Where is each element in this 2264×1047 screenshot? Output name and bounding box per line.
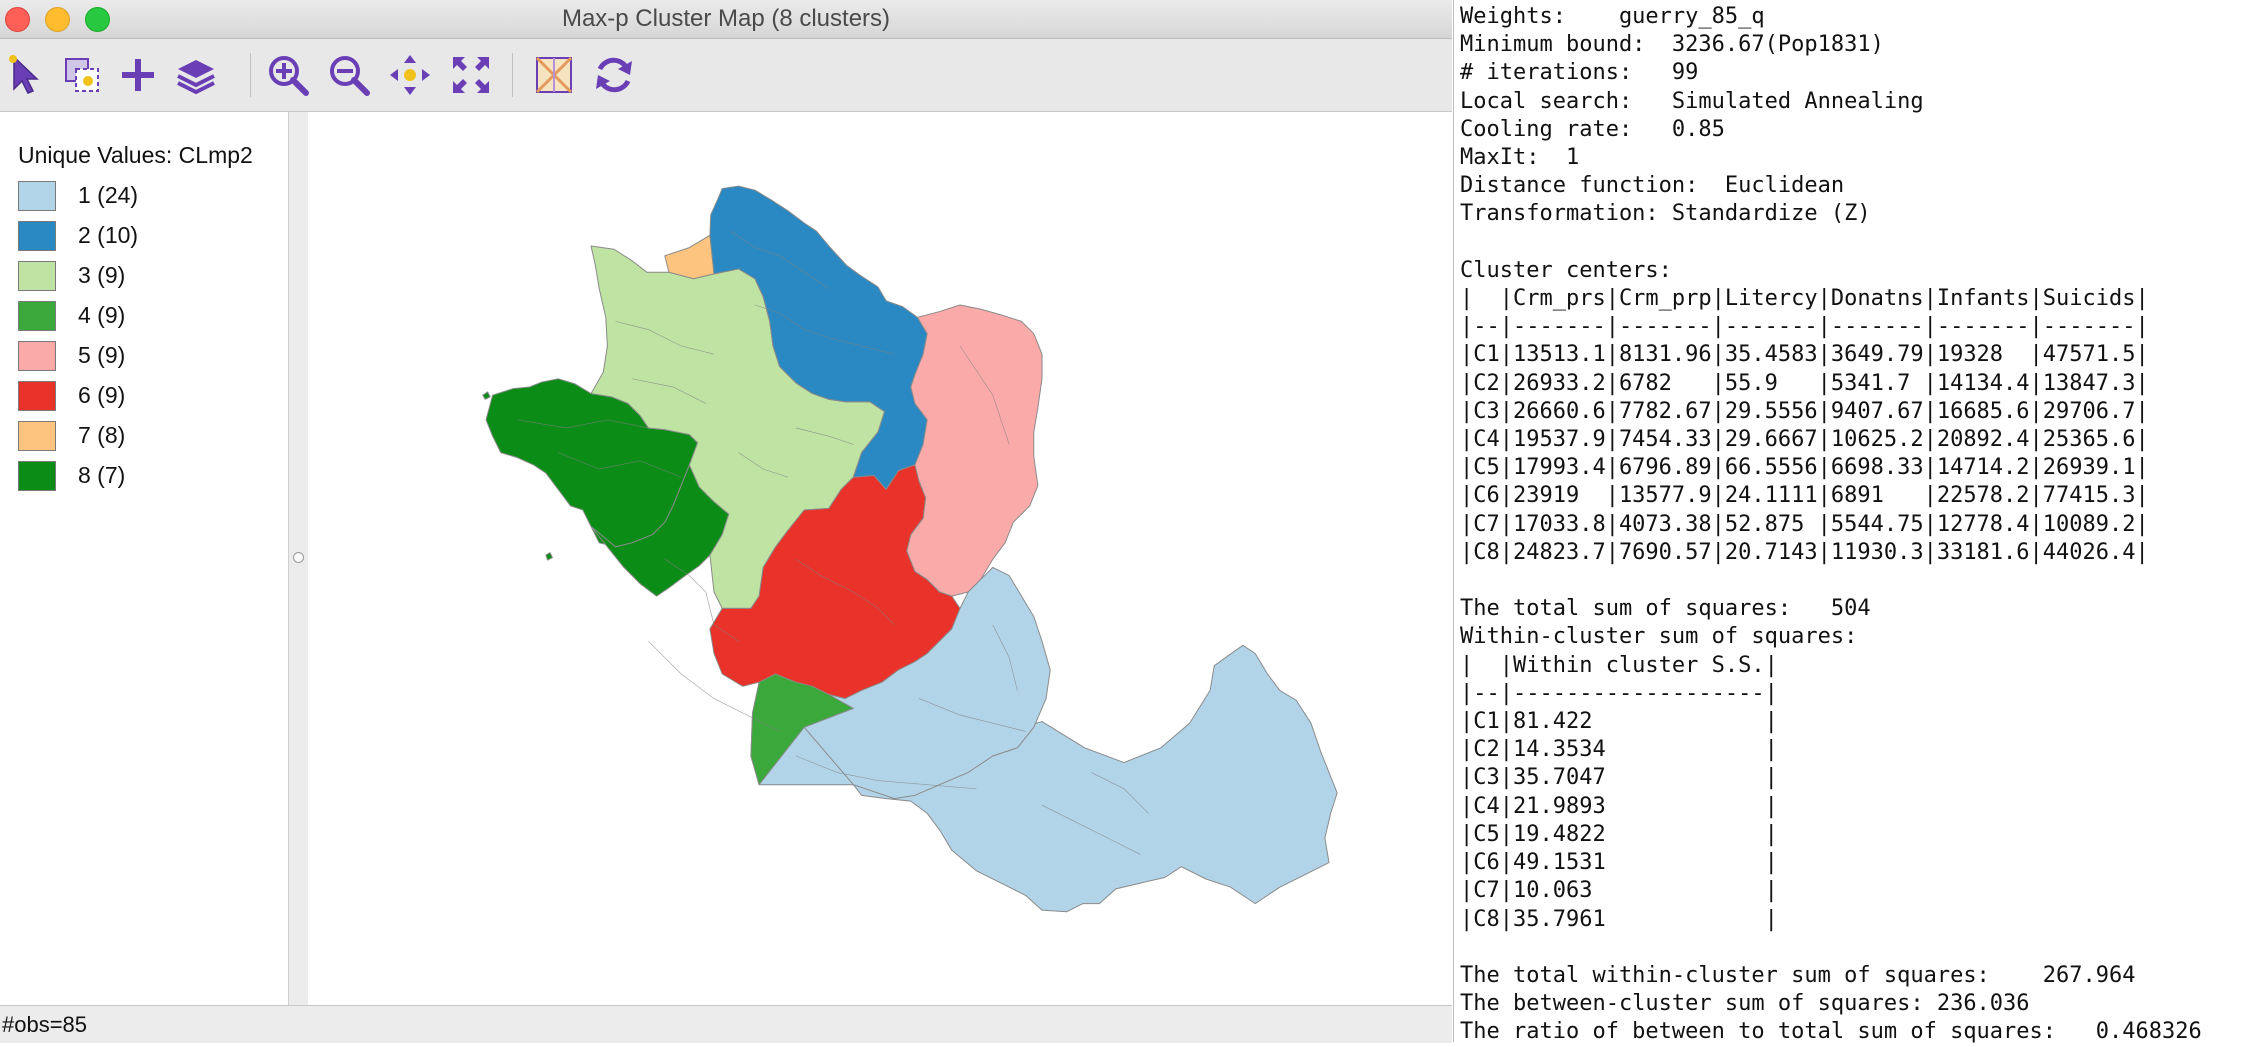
- pan-icon[interactable]: [386, 51, 434, 99]
- legend-swatch: [18, 221, 56, 251]
- report-line: |C3|26660.6|7782.67|29.5556|9407.67|1668…: [1460, 398, 2149, 424]
- map-window: Max-p Cluster Map (8 clusters) Unique Va…: [0, 0, 1452, 1043]
- report-line: Local search: Simulated Annealing: [1460, 88, 1924, 114]
- report-line: Minimum bound: 3236.67(Pop1831): [1460, 32, 1884, 58]
- cluster-summary-panel[interactable]: Weights: guerry_85_q Minimum bound: 3236…: [1453, 0, 2264, 1044]
- france-cluster-map[interactable]: [308, 112, 1452, 1005]
- layers-icon[interactable]: [172, 51, 220, 99]
- report-line: |C8|35.7961 |: [1460, 906, 1778, 932]
- map-legend: Unique Values: CLmp2 1 (24) 2 (10) 3 (9)…: [0, 112, 289, 1005]
- window-title: Max-p Cluster Map (8 clusters): [561, 5, 891, 32]
- select-arrow-icon[interactable]: [2, 51, 50, 99]
- refresh-icon[interactable]: [590, 51, 638, 99]
- splitter-handle[interactable]: [293, 552, 304, 563]
- report-line: Transformation: Standardize (Z): [1460, 201, 1871, 227]
- legend-item-label: 2 (10): [78, 222, 139, 248]
- cluster-summary-text: Weights: guerry_85_q Minimum bound: 3236…: [1460, 3, 2202, 1047]
- report-line: The total sum of squares: 504: [1460, 596, 1871, 622]
- report-line: |C1|81.422 |: [1460, 709, 1778, 735]
- report-line: |C8|24823.7|7690.57|20.7143|11930.3|3318…: [1460, 539, 2149, 565]
- legend-swatch: [18, 461, 56, 491]
- zoom-out-icon[interactable]: [325, 51, 373, 99]
- status-bar: #obs=85: [0, 1005, 1452, 1043]
- toolbar-separator: [512, 53, 513, 97]
- report-line: |C6|23919 |13577.9|24.1111|6891 |22578.2…: [1460, 483, 2149, 509]
- report-line: |C2|26933.2|6782 |55.9 |5341.7 |14134.4|…: [1460, 370, 2149, 396]
- add-icon[interactable]: [114, 51, 162, 99]
- report-line: |C2|14.3534 |: [1460, 737, 1778, 763]
- report-line: |C4|19537.9|7454.33|29.6667|10625.2|2089…: [1460, 427, 2149, 453]
- report-line: |C7|17033.8|4073.38|52.875 |5544.75|1277…: [1460, 511, 2149, 537]
- map-toolbar: [0, 39, 1452, 112]
- panel-splitter[interactable]: [289, 112, 307, 1005]
- island: [545, 552, 553, 561]
- report-line: MaxIt: 1: [1460, 145, 1580, 171]
- select-box-icon[interactable]: [58, 51, 106, 99]
- title-bar[interactable]: Max-p Cluster Map (8 clusters): [0, 0, 1452, 39]
- legend-item-label: 1 (24): [78, 182, 139, 208]
- legend-item-label: 5 (9): [78, 342, 126, 368]
- report-line: Weights: guerry_85_q: [1460, 4, 1765, 29]
- cluster-7-region: [664, 234, 715, 280]
- cluster-map-canvas[interactable]: [308, 112, 1452, 1005]
- report-line: |--|-------|-------|-------|-------|----…: [1460, 314, 2149, 340]
- report-line: Cooling rate: 0.85: [1460, 116, 1725, 142]
- legend-item-label: 6 (9): [78, 382, 126, 408]
- report-line: |C5|19.4822 |: [1460, 821, 1778, 847]
- cluster-5-region: [906, 304, 1043, 597]
- observation-count: #obs=85: [2, 1012, 88, 1037]
- report-line: |C5|17993.4|6796.89|66.5556|6698.33|1471…: [1460, 455, 2149, 481]
- basemap-icon[interactable]: [530, 51, 578, 99]
- report-line: |C1|13513.1|8131.96|35.4583|3649.79|1932…: [1460, 342, 2149, 368]
- report-line: | |Crm_prs|Crm_prp|Litercy|Donatns|Infan…: [1460, 286, 2149, 312]
- toolbar-separator: [250, 53, 251, 97]
- report-line: The ratio of between to total sum of squ…: [1460, 1019, 2202, 1045]
- report-line: | |Within cluster S.S.|: [1460, 652, 1778, 678]
- report-line: Within-cluster sum of squares:: [1460, 624, 1858, 650]
- legend-swatch: [18, 381, 56, 411]
- legend-swatch: [18, 421, 56, 451]
- legend-swatch: [18, 301, 56, 331]
- report-line: |C4|21.9893 |: [1460, 793, 1778, 819]
- island: [482, 391, 491, 400]
- report-line: |C3|35.7047 |: [1460, 765, 1778, 791]
- legend-title: Unique Values: CLmp2: [18, 142, 253, 168]
- legend-item-label: 4 (9): [78, 302, 126, 328]
- report-line: |--|-------------------|: [1460, 680, 1778, 706]
- report-line: |C6|49.1531 |: [1460, 850, 1778, 876]
- report-line: The total within-cluster sum of squares:…: [1460, 962, 2136, 988]
- legend-swatch: [18, 261, 56, 291]
- report-line: # iterations: 99: [1460, 60, 1699, 86]
- legend-swatch: [18, 341, 56, 371]
- legend-item-label: 7 (8): [78, 422, 126, 448]
- report-line: Distance function: Euclidean: [1460, 173, 1845, 199]
- legend-item-label: 3 (9): [78, 262, 126, 288]
- report-line: The between-cluster sum of squares: 236.…: [1460, 991, 2030, 1017]
- legend-swatch: [18, 181, 56, 211]
- full-extent-icon[interactable]: [447, 51, 495, 99]
- report-line: Cluster centers:: [1460, 257, 1672, 283]
- zoom-in-icon[interactable]: [264, 51, 312, 99]
- legend-item-label: 8 (7): [78, 462, 126, 488]
- report-line: |C7|10.063 |: [1460, 878, 1778, 904]
